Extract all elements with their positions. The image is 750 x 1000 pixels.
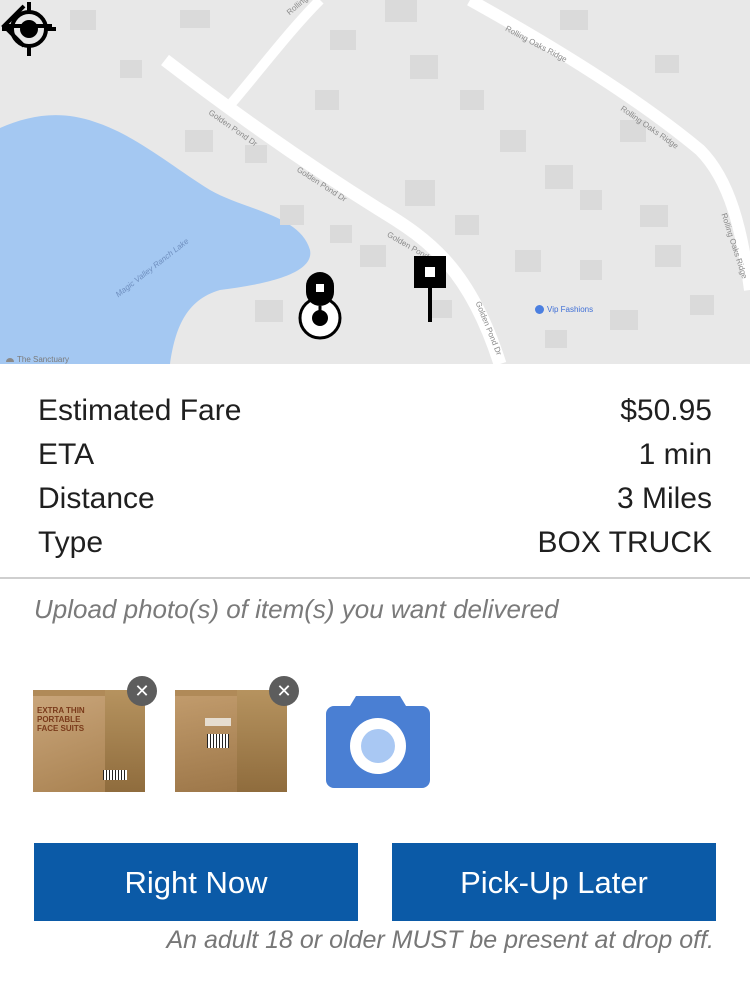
- pickup-pin-icon[interactable]: [294, 270, 346, 342]
- map-view[interactable]: Rolling Oa Rolling Oaks Ridge Rolling Oa…: [0, 0, 750, 364]
- distance-value: 3 Miles: [616, 482, 712, 515]
- poi-label: Vip Fashions: [547, 305, 594, 314]
- detail-row-eta: ETA 1 min: [0, 434, 750, 478]
- barcode: [207, 734, 229, 748]
- pickup-later-button[interactable]: Pick-Up Later: [392, 843, 716, 921]
- right-now-button[interactable]: Right Now: [34, 843, 358, 921]
- uploaded-photo-1[interactable]: EXTRA THIN PORTABLE FACE SUITS: [33, 690, 145, 792]
- age-requirement-notice: An adult 18 or older MUST be present at …: [166, 926, 714, 954]
- remove-photo-2-button[interactable]: ✕: [269, 676, 299, 706]
- dropoff-flag-icon[interactable]: [410, 254, 450, 324]
- photo-box-text: EXTRA THIN PORTABLE FACE SUITS: [37, 706, 85, 733]
- trip-details: Estimated Fare $50.95 ETA 1 min Distance…: [0, 390, 750, 566]
- barcode: [103, 770, 127, 780]
- type-value: BOX TRUCK: [537, 526, 712, 559]
- detail-row-fare: Estimated Fare $50.95: [0, 390, 750, 434]
- my-location-icon[interactable]: [0, 0, 58, 58]
- area-icon: [6, 358, 14, 362]
- poi-vip-fashions[interactable]: Vip Fashions: [535, 305, 593, 314]
- fare-label: Estimated Fare: [38, 394, 242, 427]
- road-rolling-oa-branch: [226, 0, 324, 109]
- type-label: Type: [38, 526, 104, 559]
- detail-row-type: Type BOX TRUCK: [0, 522, 750, 566]
- remove-photo-1-button[interactable]: ✕: [127, 676, 157, 706]
- eta-value: 1 min: [638, 438, 712, 471]
- uploaded-photo-2[interactable]: [175, 690, 287, 792]
- map-canvas: [0, 0, 750, 364]
- shopping-bag-icon: [535, 305, 544, 314]
- eta-label: ETA: [38, 438, 95, 471]
- divider: [0, 577, 750, 579]
- photo-label-sticker: [205, 718, 231, 726]
- distance-label: Distance: [38, 482, 155, 515]
- camera-icon[interactable]: [326, 696, 430, 788]
- fare-value: $50.95: [620, 394, 712, 427]
- area-label: The Sanctuary: [6, 355, 69, 364]
- upload-instructions: Upload photo(s) of item(s) you want deli…: [34, 594, 559, 624]
- detail-row-distance: Distance 3 Miles: [0, 478, 750, 522]
